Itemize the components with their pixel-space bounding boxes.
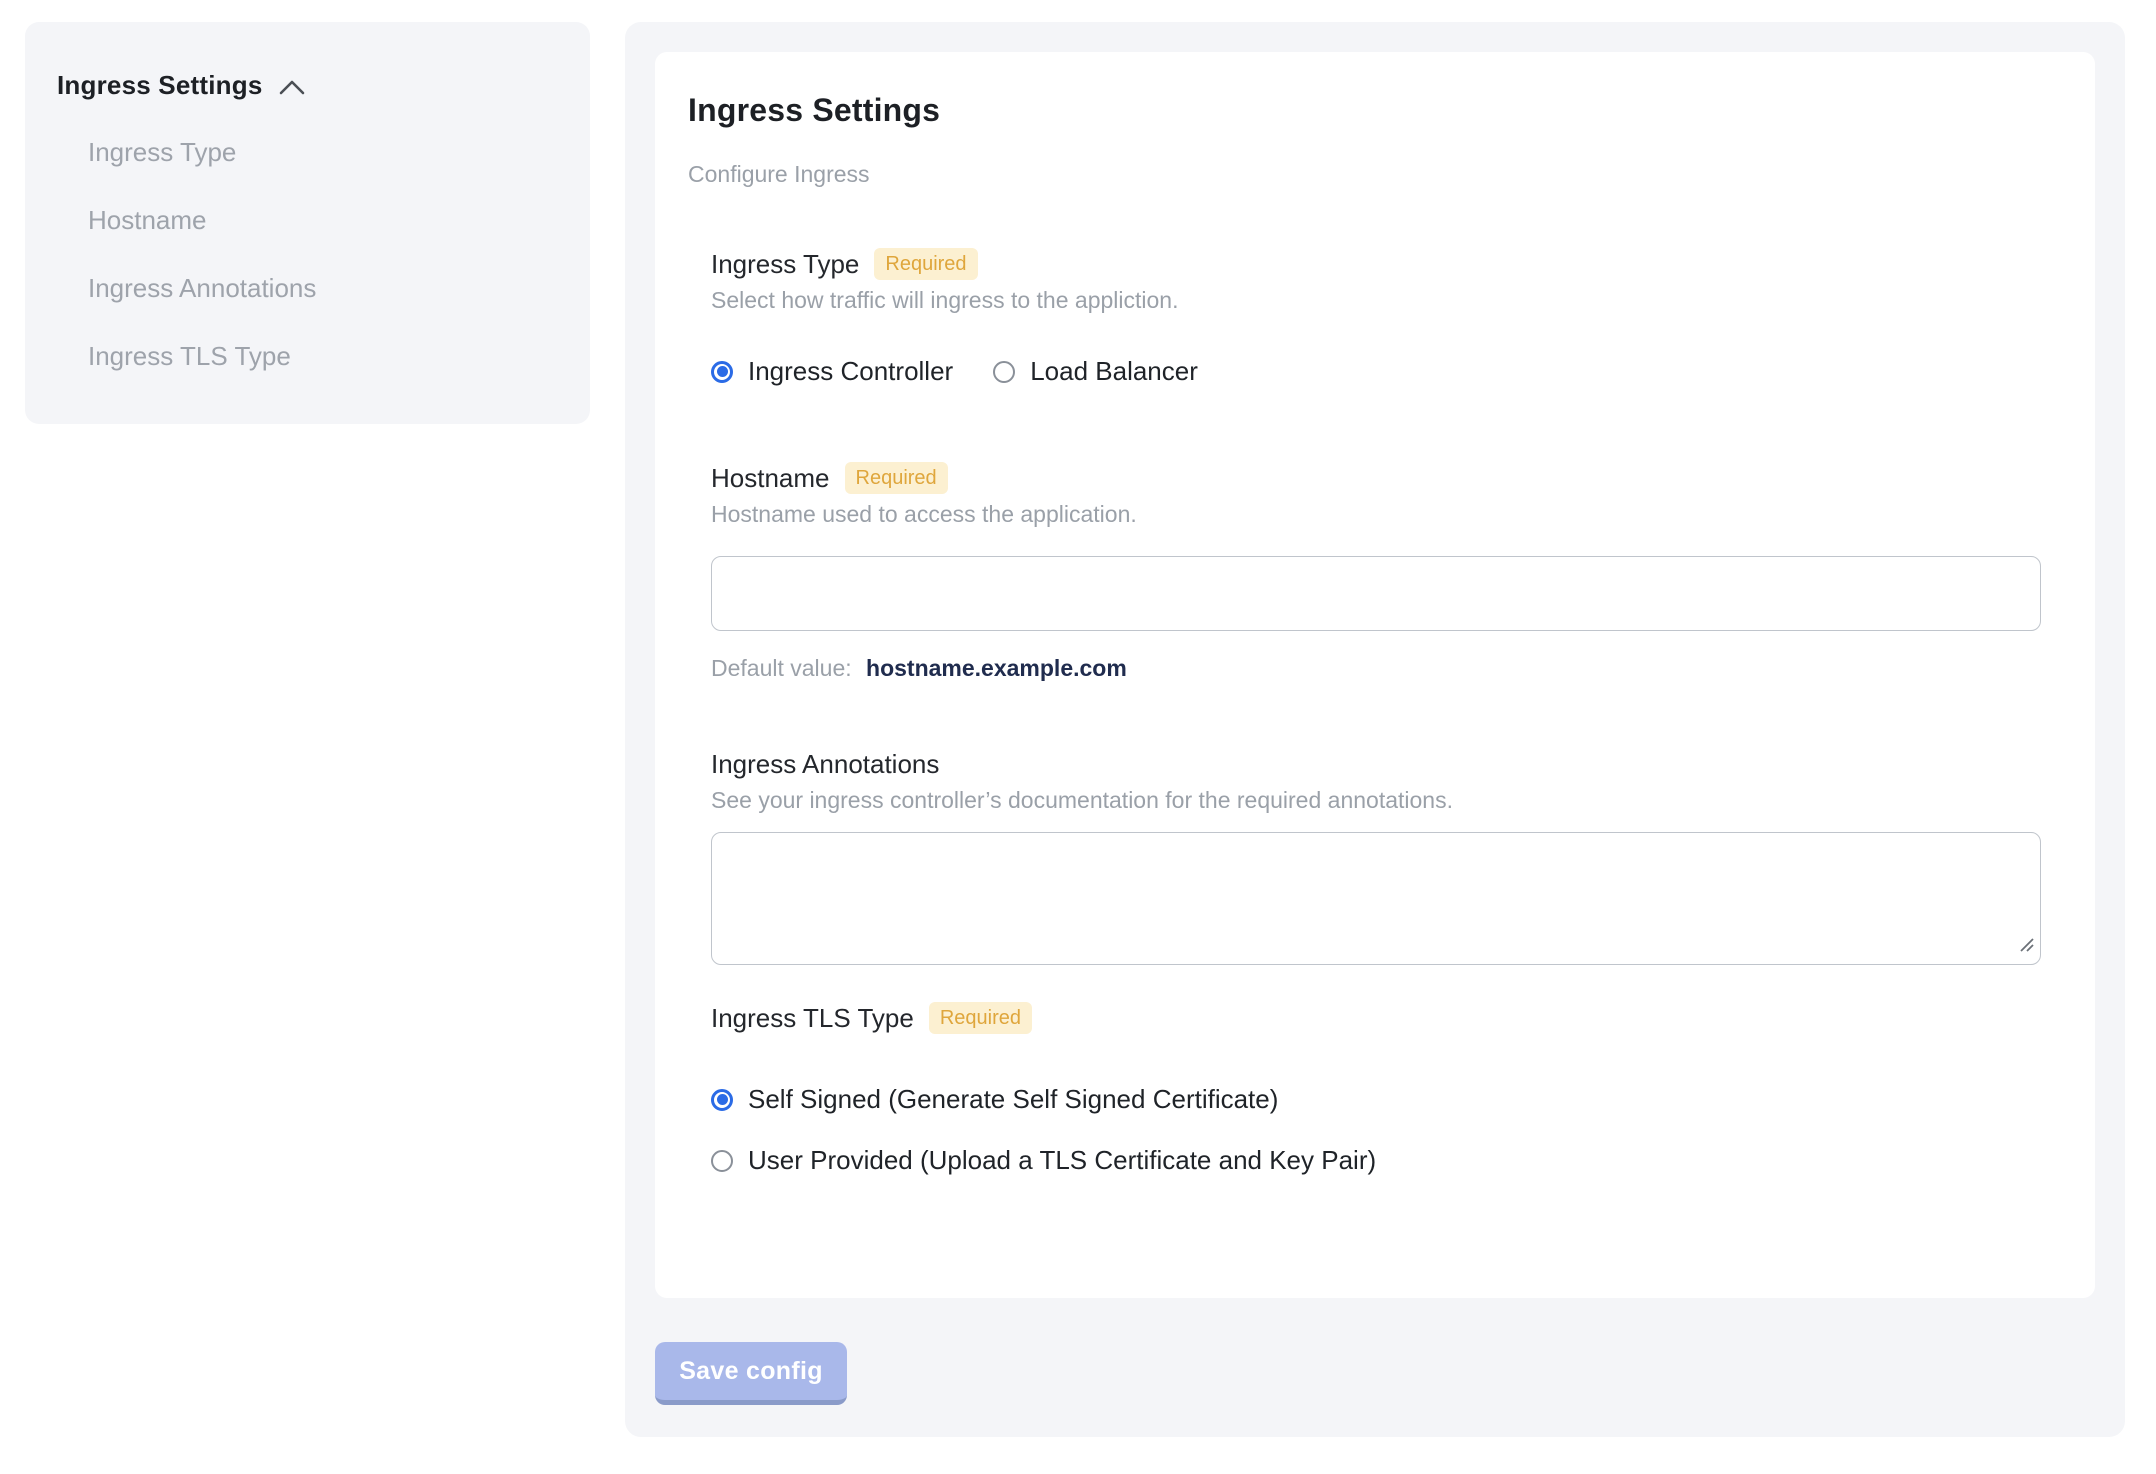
radio-option-self-signed[interactable]: Self Signed (Generate Self Signed Certif… xyxy=(711,1084,2043,1115)
radio-button-icon[interactable] xyxy=(711,360,733,383)
save-config-button[interactable]: Save config xyxy=(655,1342,847,1405)
sidebar-item-ingress-type[interactable]: Ingress Type xyxy=(88,137,562,168)
ingress-type-description: Select how traffic will ingress to the a… xyxy=(711,287,1179,313)
section-ingress-annotations: Ingress Annotations See your ingress con… xyxy=(711,749,2043,965)
section-ingress-tls-type: Ingress TLS Type Required Self Signed (G… xyxy=(711,1002,2043,1176)
settings-sidebar: Ingress Settings Ingress Type Hostname I… xyxy=(25,22,590,424)
sidebar-item-list: Ingress Type Hostname Ingress Annotation… xyxy=(88,137,562,372)
form-sections: Ingress Type Required Select how traffic… xyxy=(711,248,2043,1176)
radio-button-icon[interactable] xyxy=(711,1088,733,1111)
ingress-settings-card: Ingress Settings Configure Ingress Ingre… xyxy=(655,52,2095,1298)
chevron-up-icon[interactable] xyxy=(278,78,306,98)
radio-label: User Provided (Upload a TLS Certificate … xyxy=(748,1145,1377,1175)
radio-button-icon[interactable] xyxy=(711,1149,733,1172)
hostname-default-line: Default value: hostname.example.com xyxy=(711,655,2043,682)
ingress-annotations-label: Ingress Annotations xyxy=(711,749,940,779)
sidebar-section-toggle[interactable]: Ingress Settings xyxy=(57,70,562,101)
sidebar-item-hostname[interactable]: Hostname xyxy=(88,205,562,236)
radio-option-user-provided[interactable]: User Provided (Upload a TLS Certificate … xyxy=(711,1145,2043,1176)
radio-option-ingress-controller[interactable]: Ingress Controller xyxy=(711,356,953,387)
sidebar-section-title: Ingress Settings xyxy=(57,70,263,100)
required-badge: Required xyxy=(874,248,978,280)
radio-label: Self Signed (Generate Self Signed Certif… xyxy=(748,1084,1279,1114)
hostname-label: Hostname xyxy=(711,462,830,493)
ingress-type-radio-group: Ingress Controller Load Balancer xyxy=(711,356,2043,387)
ingress-annotations-textarea[interactable] xyxy=(711,832,2041,965)
settings-panel: Ingress Settings Configure Ingress Ingre… xyxy=(625,22,2125,1437)
page-title: Ingress Settings xyxy=(688,92,941,128)
radio-button-icon[interactable] xyxy=(993,360,1016,383)
default-value-label: Default value: xyxy=(711,655,852,681)
ingress-tls-type-label: Ingress TLS Type xyxy=(711,1002,914,1033)
section-hostname: Hostname Required Hostname used to acces… xyxy=(711,462,2043,682)
required-badge: Required xyxy=(928,1002,1032,1034)
required-badge: Required xyxy=(844,462,948,494)
sidebar-item-ingress-annotations[interactable]: Ingress Annotations xyxy=(88,273,562,304)
ingress-annotations-description: See your ingress controller’s documentat… xyxy=(711,787,1453,813)
section-ingress-type: Ingress Type Required Select how traffic… xyxy=(711,248,2043,387)
radio-label: Ingress Controller xyxy=(748,356,954,386)
sidebar-item-ingress-tls-type[interactable]: Ingress TLS Type xyxy=(88,341,562,372)
radio-label: Load Balancer xyxy=(1030,356,1198,386)
ingress-type-label: Ingress Type xyxy=(711,248,860,279)
page-subtitle: Configure Ingress xyxy=(688,161,870,187)
hostname-description: Hostname used to access the application. xyxy=(711,501,1137,527)
hostname-input[interactable] xyxy=(711,556,2041,631)
radio-option-load-balancer[interactable]: Load Balancer xyxy=(993,356,1198,387)
default-value-text: hostname.example.com xyxy=(866,655,1127,681)
